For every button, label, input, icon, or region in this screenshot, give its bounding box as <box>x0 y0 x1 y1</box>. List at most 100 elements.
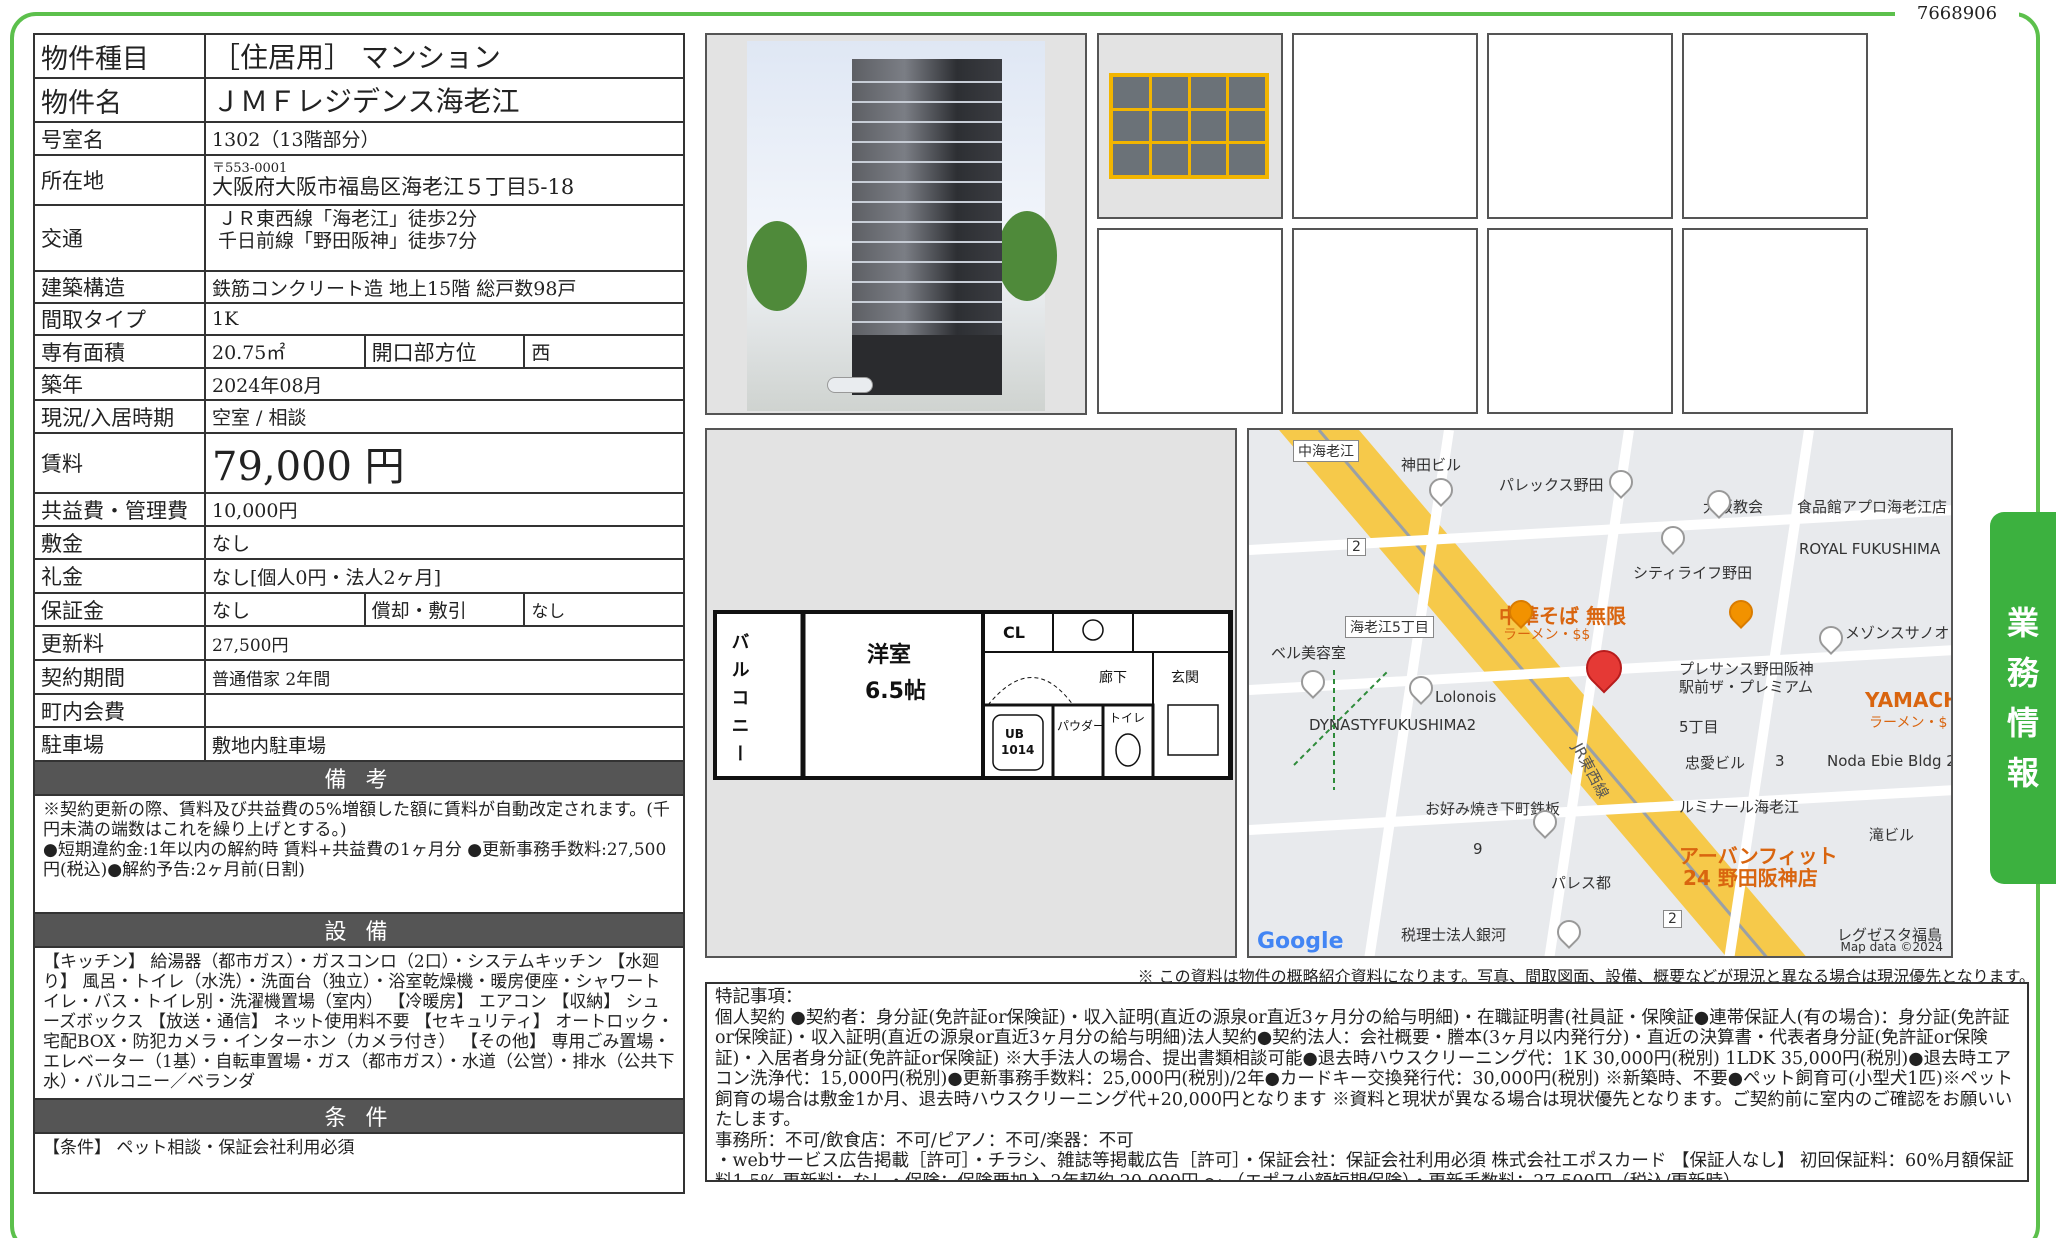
tree <box>747 221 807 311</box>
floor-plan[interactable]: バルコニー 洋室 6.5帖 CL UB 1014 パウダー 廊下 玄関 トイレ <box>705 428 1237 958</box>
collage-cell <box>1113 77 1149 108</box>
car <box>827 377 873 393</box>
side-tab-char: 報 <box>2006 754 2039 792</box>
remarks-header: 備 考 <box>33 760 685 796</box>
corridor-label: 廊下 <box>1099 669 1127 686</box>
status-label: 現況/入居時期 <box>33 399 206 434</box>
map-label: ラーメン・$ <box>1869 715 1948 731</box>
closet-label: CL <box>1003 623 1025 642</box>
collage-cell <box>1229 110 1265 142</box>
bath-label: UB <box>1005 727 1024 741</box>
direction-label: 開口部方位 <box>363 334 526 369</box>
area-value: 20.75㎡ <box>204 334 366 369</box>
floor-line <box>852 181 1002 183</box>
collage-cell <box>1229 144 1265 175</box>
map-label: 2 <box>1663 910 1682 928</box>
conditions-text: 【条件】 ペット相談・保証会社利用必須 <box>33 1132 685 1194</box>
location-label: 所在地 <box>33 154 206 206</box>
photo-sky <box>747 41 1057 411</box>
collage-cell <box>1151 110 1188 142</box>
map-label: 中海老江 <box>1293 440 1359 462</box>
floor-line <box>852 81 1002 83</box>
entrance-label: 玄関 <box>1171 669 1199 686</box>
thumbnail-collage[interactable] <box>1097 33 1283 219</box>
map-label: YAMACHA <box>1865 688 1951 712</box>
map-label: 税理士法人銀河 <box>1401 926 1507 944</box>
transport-value: ＪＲ東西線「海老江」徒歩2分 千日前線「野田阪神」徒歩7分 <box>204 204 685 272</box>
map-label: 海老江5丁目 <box>1345 616 1434 638</box>
fee-value: 10,000円 <box>204 492 685 527</box>
structure-value: 鉄筋コンクリート造 地上15階 総戸数98戸 <box>204 270 685 304</box>
amort-value: なし <box>523 592 685 627</box>
toilet-label: トイレ <box>1109 711 1145 725</box>
conditions-header: 条 件 <box>33 1098 685 1134</box>
location-map[interactable]: 中海老江 神田ビル パレックス野田 大阪教会 食品館アプロ海老江店 ROYAL … <box>1247 428 1953 958</box>
building-tower <box>852 59 1002 395</box>
map-label: パレックス野田 <box>1499 476 1604 494</box>
structure-label: 建築構造 <box>33 270 206 304</box>
thumbnail-empty[interactable] <box>1682 33 1868 219</box>
name-label: 物件名 <box>33 77 206 123</box>
facilities-header: 設 備 <box>33 912 685 948</box>
fee-label: 共益費・管理費 <box>33 492 206 527</box>
property-spec-table: 物件種目 ［住居用］ マンション 物件名 ＪＭＦレジデンス海老江 号室名 130… <box>33 33 685 1194</box>
building-exterior-photo[interactable] <box>705 33 1087 415</box>
building-base <box>852 335 1002 395</box>
floor-line <box>852 241 1002 243</box>
status-value: 空室 / 相談 <box>204 399 685 434</box>
thumbnail-empty[interactable] <box>1682 228 1868 414</box>
direction-value: 西 <box>523 334 685 369</box>
renewal-label: 更新料 <box>33 625 206 661</box>
floor-line <box>852 261 1002 263</box>
transport-line-1: ＪＲ東西線「海老江」徒歩2分 <box>218 208 478 230</box>
parking-label: 駐車場 <box>33 726 206 762</box>
map-label: パレス都 <box>1551 874 1612 892</box>
thumbnail-empty[interactable] <box>1487 33 1673 219</box>
map-label: 2 <box>1347 538 1366 556</box>
remarks-text: ※契約更新の際、賃料及び共益費の5%増額した額に賃料が自動改定されます。(千円未… <box>33 794 685 914</box>
map-label: 忠愛ビル <box>1685 754 1746 772</box>
floor-line <box>852 301 1002 303</box>
map-label: ベル美容室 <box>1271 644 1347 662</box>
room-value: 1302（13階部分） <box>204 121 685 156</box>
contract-value: 普通借家 2年間 <box>204 659 685 695</box>
rent-label: 賃料 <box>33 432 206 494</box>
name-value: ＪＭＦレジデンス海老江 <box>204 77 685 123</box>
collage-cell <box>1229 77 1265 108</box>
tree <box>997 211 1057 301</box>
map-label: 食品館アプロ海老江店 <box>1797 498 1948 516</box>
town-fee-value <box>204 693 685 728</box>
transport-label: 交通 <box>33 204 206 272</box>
map-label: DYNASTYFUKUSHIMA2 <box>1309 716 1477 734</box>
map-label: メゾンスサノオ <box>1845 624 1950 642</box>
business-info-tab[interactable]: 業 務 情 報 <box>1990 512 2056 884</box>
rent-value: 79,000 円 <box>204 432 685 494</box>
thumbnail-empty[interactable] <box>1292 228 1478 414</box>
map-label: 9 <box>1473 840 1483 858</box>
map-label: シティライフ野田 <box>1633 564 1753 582</box>
floor-plan-drawing: バルコニー 洋室 6.5帖 CL UB 1014 パウダー 廊下 玄関 トイレ <box>713 610 1233 780</box>
thumbnail-empty[interactable] <box>1097 228 1283 414</box>
location-value: 〒553-0001 大阪府大阪市福島区海老江５丁目5-18 <box>204 154 685 206</box>
town-fee-label: 町内会費 <box>33 693 206 728</box>
special-notes-text: 特記事項： 個人契約 ●契約者：身分証(免許証or保険証)・収入証明(直近の源泉… <box>715 987 2014 1182</box>
map-label: Lolonois <box>1435 688 1497 706</box>
collage-cell <box>1113 110 1149 142</box>
amort-label: 償却・敷引 <box>363 592 526 627</box>
room-label: 号室名 <box>33 121 206 156</box>
photo-collage <box>1109 73 1269 179</box>
collage-cell <box>1113 144 1149 175</box>
side-tab-char: 情 <box>2006 704 2039 742</box>
map-label: 5丁目 <box>1679 718 1719 736</box>
thumbnail-empty[interactable] <box>1487 228 1673 414</box>
collage-cell <box>1190 77 1227 108</box>
map-label: 3 <box>1775 752 1785 770</box>
room-label: 洋室 <box>867 642 911 668</box>
deposit-label: 敷金 <box>33 525 206 560</box>
map-label: 滝ビル <box>1869 826 1915 844</box>
map-attribution: Map data ©2024 <box>1840 940 1943 954</box>
floor-line <box>852 101 1002 103</box>
balcony-char: バルコニー <box>729 632 750 772</box>
thumbnail-empty[interactable] <box>1292 33 1478 219</box>
facilities-text: 【キッチン】 給湯器（都市ガス）・ガスコンロ（2口）・システムキッチン 【水廻り… <box>33 946 685 1100</box>
